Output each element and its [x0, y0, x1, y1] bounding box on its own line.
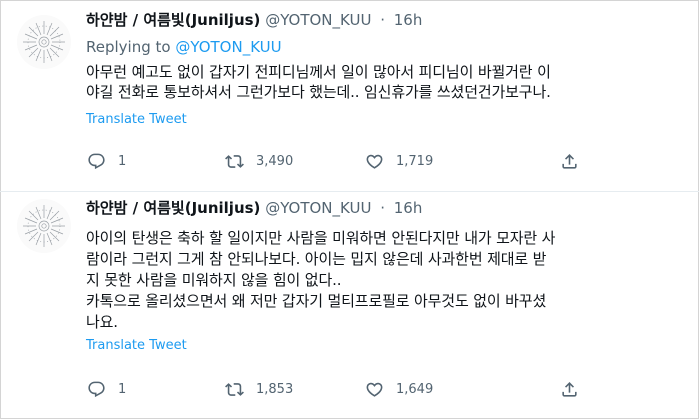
- like-button[interactable]: 1,649: [365, 378, 433, 400]
- timestamp[interactable]: 16h: [394, 11, 423, 29]
- reply-bubble-icon: [88, 153, 105, 169]
- retweet-count: 3,490: [256, 153, 294, 169]
- tweet-content: 하얀밤 / 여름빛(Juniljus) @YOTON_KUU · 16h 아이의…: [86, 197, 685, 355]
- sun-emblem-icon: [23, 21, 65, 63]
- translate-tweet-link[interactable]: Translate Tweet: [86, 337, 685, 355]
- retweet-icon: [225, 382, 244, 396]
- share-button[interactable]: [560, 378, 579, 400]
- reply-count: 1: [118, 381, 127, 397]
- sun-emblem-icon: [23, 205, 65, 247]
- retweet-button[interactable]: 3,490: [225, 150, 293, 172]
- retweet-count: 1,853: [256, 381, 294, 397]
- like-count: 1,719: [396, 153, 434, 169]
- share-button[interactable]: [560, 150, 579, 172]
- heart-icon: [366, 382, 383, 397]
- tweet-content: 하얀밤 / 여름빛(Juniljus) @YOTON_KUU · 16h Rep…: [86, 9, 685, 129]
- replying-to: Replying to @YOTON_KUU: [86, 36, 685, 58]
- retweet-icon: [225, 154, 244, 168]
- reply-bubble-icon: [88, 381, 105, 397]
- tweet-text: 아무런 예고도 없이 갑자기 전피디님께서 일이 많아서 피디님이 바뀔거란 이…: [86, 63, 551, 101]
- reply-count: 1: [118, 153, 127, 169]
- separator: ·: [380, 199, 385, 217]
- replying-to-label: Replying to: [86, 38, 171, 56]
- reply-button[interactable]: 1: [87, 150, 126, 172]
- avatar[interactable]: [17, 199, 71, 253]
- heart-icon: [366, 154, 383, 169]
- tweet[interactable]: 하얀밤 / 여름빛(Juniljus) @YOTON_KUU · 16h 아이의…: [0, 192, 699, 419]
- timestamp[interactable]: 16h: [394, 199, 423, 217]
- translate-tweet-link[interactable]: Translate Tweet: [86, 111, 685, 129]
- tweet[interactable]: 하얀밤 / 여름빛(Juniljus) @YOTON_KUU · 16h Rep…: [0, 0, 699, 192]
- retweet-button[interactable]: 1,853: [225, 378, 293, 400]
- tweet-header: 하얀밤 / 여름빛(Juniljus) @YOTON_KUU · 16h: [86, 9, 685, 31]
- share-icon: [562, 153, 577, 169]
- reply-button[interactable]: 1: [87, 378, 126, 400]
- replying-to-mention[interactable]: @YOTON_KUU: [175, 38, 281, 56]
- like-count: 1,649: [396, 381, 434, 397]
- avatar[interactable]: [17, 15, 71, 69]
- display-name[interactable]: 하얀밤 / 여름빛(Juniljus): [86, 11, 260, 29]
- share-icon: [562, 381, 577, 397]
- handle[interactable]: @YOTON_KUU: [265, 11, 371, 29]
- tweet-text: 아이의 탄생은 축하 할 일이지만 사람을 미워하면 안된다지만 내가 모자란 …: [86, 229, 556, 331]
- separator: ·: [380, 11, 385, 29]
- tweet-header: 하얀밤 / 여름빛(Juniljus) @YOTON_KUU · 16h: [86, 197, 685, 219]
- like-button[interactable]: 1,719: [365, 150, 433, 172]
- display-name[interactable]: 하얀밤 / 여름빛(Juniljus): [86, 199, 260, 217]
- handle[interactable]: @YOTON_KUU: [265, 199, 371, 217]
